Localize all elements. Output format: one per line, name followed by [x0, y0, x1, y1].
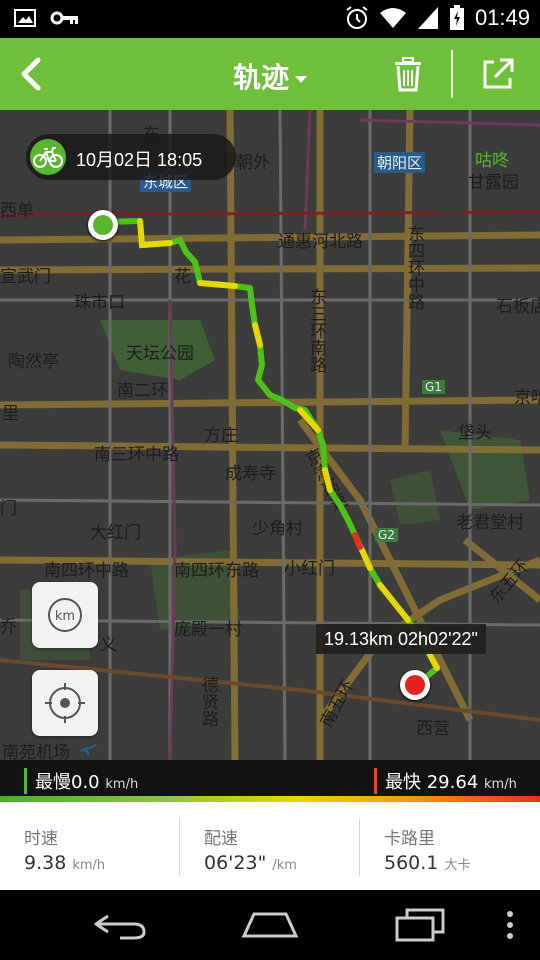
stat-calories: 卡路里 560.1 大卡 — [360, 802, 540, 890]
overflow-menu-icon[interactable] — [502, 910, 518, 940]
route-track — [100, 218, 440, 687]
date-chip: 10月02日 18:05 — [26, 134, 236, 180]
slowest-label: 最慢 — [35, 772, 71, 793]
slowest-value: 0.0 — [71, 772, 100, 793]
stats-panel: 时速 9.38 km/h 配速 06'23" /km 卡路里 560.1 大卡 — [0, 802, 540, 890]
fastest-label: 最快 — [385, 772, 421, 793]
km-markers-button[interactable]: km — [32, 582, 98, 648]
stat-speed: 时速 9.38 km/h — [0, 802, 180, 890]
locate-button[interactable] — [32, 670, 98, 736]
stat-value: 06'23" /km — [204, 852, 297, 874]
stat-unit: /km — [272, 858, 297, 873]
slowest-unit: km/h — [105, 777, 139, 792]
title-dropdown[interactable]: 轨迹 — [0, 56, 540, 96]
image-icon — [14, 9, 36, 27]
start-marker[interactable] — [88, 210, 118, 240]
recents-nav-icon[interactable] — [393, 906, 449, 944]
stat-number: 06'23" — [204, 852, 267, 874]
back-nav-icon[interactable] — [90, 908, 150, 942]
page-title: 轨迹 — [232, 61, 289, 94]
stat-label: 配速 — [204, 829, 238, 849]
crosshair-icon — [45, 683, 85, 723]
delete-icon[interactable] — [389, 54, 427, 94]
stat-value: 9.38 km/h — [24, 852, 105, 874]
home-nav-icon[interactable] — [240, 908, 300, 942]
chevron-down-icon — [295, 75, 307, 83]
app-bar: 轨迹 — [0, 38, 540, 110]
slowest-speed: 最慢0.0 km/h — [24, 768, 138, 794]
share-icon[interactable] — [480, 54, 516, 92]
status-bar: 01:49 — [0, 0, 540, 38]
system-nav-bar — [0, 890, 540, 960]
stat-number: 560.1 — [384, 852, 439, 874]
fastest-unit: km/h — [484, 777, 517, 792]
speed-legend: 最慢0.0 km/h 最快 29.64 km/h — [0, 760, 540, 796]
svg-text:km: km — [55, 609, 75, 624]
fastest-value: 29.64 — [426, 772, 479, 793]
key-icon — [50, 11, 78, 25]
signal-icon — [417, 7, 438, 29]
stat-label: 时速 — [24, 829, 58, 849]
clock: 01:49 — [474, 5, 530, 30]
wifi-icon — [379, 8, 406, 28]
stat-value: 560.1 大卡 — [384, 852, 470, 874]
stat-unit: 大卡 — [444, 858, 471, 873]
bike-icon — [30, 139, 66, 175]
alarm-icon — [346, 6, 368, 29]
appbar-divider — [451, 50, 453, 98]
stat-unit: km/h — [72, 858, 106, 873]
fastest-speed: 最快 29.64 km/h — [374, 768, 517, 794]
route-summary: 19.13km 02h02'22" — [316, 624, 486, 654]
stat-pace: 配速 06'23" /km — [180, 802, 360, 890]
date-time: 10月02日 18:05 — [76, 150, 203, 170]
stat-number: 9.38 — [24, 852, 67, 874]
route-map[interactable]: 东 东城区 朝外 朝阳区 咕咚 甘露园 西单 通惠河北路 宣武门 花 东四环中路… — [0, 110, 540, 760]
end-marker[interactable] — [400, 670, 430, 700]
km-icon: km — [48, 598, 82, 632]
stat-label: 卡路里 — [384, 829, 435, 849]
battery-icon — [449, 5, 464, 30]
